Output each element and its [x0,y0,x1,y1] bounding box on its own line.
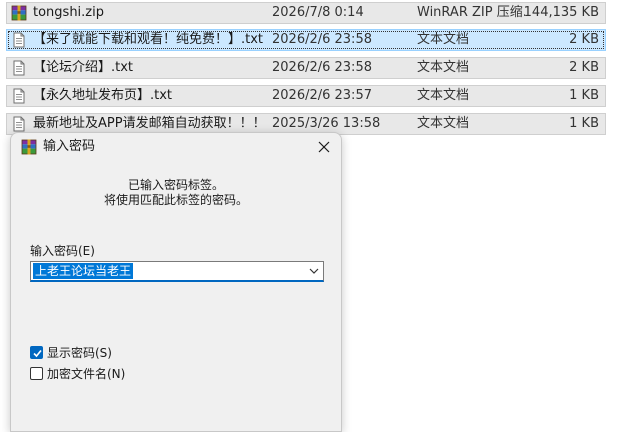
dialog-title: 输入密码 [43,139,96,154]
file-size: 2 KB [569,60,599,75]
close-button[interactable] [311,136,337,158]
file-name: 【论坛介绍】.txt [33,60,134,75]
file-size: 1 KB [569,116,599,131]
checkmark-icon [33,349,42,358]
file-type: 文本文档 [417,32,470,47]
file-name: 【来了就能下载和观看！纯免费！】.txt [33,32,264,47]
dialog-message-line2: 将使用匹配此标签的密码。 [103,193,248,207]
text-file-icon [13,32,25,48]
password-dialog: 输入密码 已输入密码标签。 将使用匹配此标签的密码。 输入密码(E) 上老王论坛… [10,132,342,432]
file-date: 2026/7/8 0:14 [272,5,364,20]
encrypt-filenames-label: 加密文件名(N) [47,367,126,381]
file-name: tongshi.zip [33,5,104,20]
dialog-titlebar[interactable]: 输入密码 [11,133,341,161]
file-row[interactable]: 【永久地址发布页】.txt 2026/2/6 23:57 文本文档 1 KB [6,85,606,107]
file-name: 【永久地址发布页】.txt [33,88,173,103]
file-date: 2025/3/26 13:58 [272,116,381,131]
file-list: tongshi.zip 2026/7/8 0:14 WinRAR ZIP 压缩.… [0,0,633,138]
winrar-archive-icon [11,5,27,21]
file-row[interactable]: 【来了就能下载和观看！纯免费！】.txt 2026/2/6 23:58 文本文档… [6,29,606,51]
file-date: 2026/2/6 23:58 [272,32,372,47]
file-row[interactable]: tongshi.zip 2026/7/8 0:14 WinRAR ZIP 压缩.… [6,2,606,24]
file-type: 文本文档 [417,88,470,103]
file-type: WinRAR ZIP 压缩... [417,5,525,20]
close-icon [318,141,330,153]
file-size: 1 KB [569,88,599,103]
file-size: 2 KB [569,32,599,47]
file-size: 144,135 KB [523,5,599,20]
chevron-down-icon[interactable] [308,265,320,277]
file-date: 2026/2/6 23:58 [272,60,372,75]
text-file-icon [13,116,25,132]
file-type: 文本文档 [417,116,470,131]
file-row[interactable]: 【论坛介绍】.txt 2026/2/6 23:58 文本文档 2 KB [6,57,606,79]
password-combobox[interactable]: 上老王论坛当老王 [30,261,324,282]
file-date: 2026/2/6 23:57 [272,88,372,103]
dialog-message-line1: 已输入密码标签。 [127,178,224,192]
text-file-icon [13,88,25,104]
file-type: 文本文档 [417,60,470,75]
password-label: 输入密码(E) [30,244,95,258]
password-input[interactable]: 上老王论坛当老王 [33,263,134,279]
text-file-icon [13,60,25,76]
file-name: 最新地址及APP请发邮箱自动获取！！！.... [33,116,265,131]
show-password-checkbox[interactable] [30,346,43,359]
show-password-label: 显示密码(S) [47,346,112,360]
encrypt-filenames-checkbox[interactable] [30,367,43,380]
winrar-icon [21,139,37,155]
